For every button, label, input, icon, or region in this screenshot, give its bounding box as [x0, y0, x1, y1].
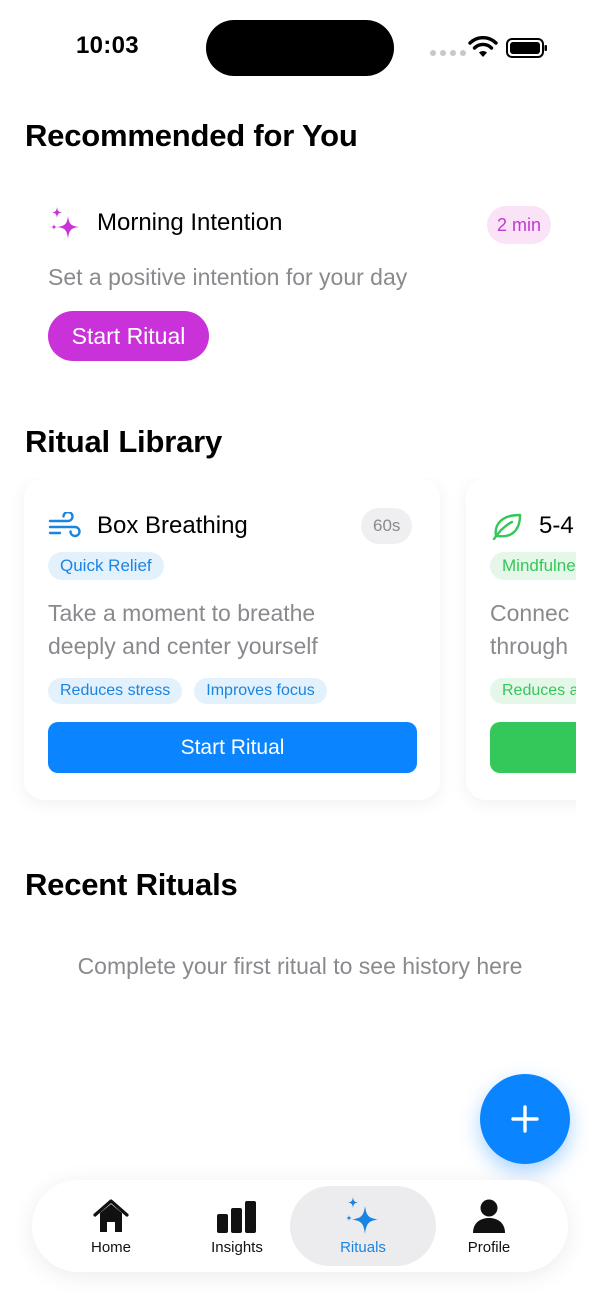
- ritual-card-title: Box Breathing: [97, 512, 248, 539]
- person-icon: [473, 1199, 505, 1233]
- wind-icon: [48, 512, 81, 538]
- tab-label: Rituals: [340, 1239, 386, 1256]
- tab-profile[interactable]: Profile: [426, 1186, 552, 1266]
- bar-chart-icon: [217, 1201, 256, 1233]
- library-heading: Ritual Library: [25, 424, 223, 459]
- house-icon: [93, 1199, 129, 1232]
- start-ritual-button[interactable]: [490, 722, 576, 773]
- category-badge: Quick Relief: [48, 552, 164, 580]
- add-button[interactable]: [480, 1074, 570, 1164]
- description-line: deeply and center yourself: [48, 633, 318, 659]
- start-ritual-button[interactable]: Start Ritual: [48, 311, 209, 361]
- category-badge: Mindfulne: [490, 552, 576, 580]
- ritual-library-carousel[interactable]: Box Breathing 60s Quick Relief Take a mo…: [0, 478, 576, 818]
- tab-rituals[interactable]: Rituals: [290, 1186, 436, 1266]
- ritual-card-box-breathing[interactable]: Box Breathing 60s Quick Relief Take a mo…: [24, 478, 440, 800]
- recent-heading: Recent Rituals: [25, 867, 238, 902]
- ritual-card-title: 5-4: [539, 512, 574, 539]
- benefit-tags: Reduces a: [490, 678, 576, 704]
- tab-bar: Home Insights Rituals Profile: [32, 1180, 568, 1272]
- duration-badge: 60s: [361, 508, 413, 544]
- recommended-card[interactable]: Morning Intention 2 min Set a positive i…: [24, 180, 576, 380]
- recommended-card-description: Set a positive intention for your day: [48, 264, 408, 290]
- recommended-heading: Recommended for You: [25, 118, 358, 153]
- ritual-card-description: Connec through: [490, 597, 576, 663]
- tab-label: Home: [90, 1239, 131, 1256]
- duration-badge: 2 min: [487, 206, 552, 244]
- dynamic-island: [206, 20, 394, 76]
- benefit-tag: Reduces stress: [48, 678, 183, 704]
- recommended-card-title: Morning Intention: [97, 209, 283, 236]
- start-ritual-button[interactable]: Start Ritual: [48, 722, 417, 773]
- benefit-tag: Improves focus: [194, 678, 327, 704]
- benefit-tag: Reduces a: [490, 678, 576, 704]
- description-line: through: [490, 633, 569, 659]
- tab-label: Insights: [211, 1239, 263, 1256]
- wifi-icon: [468, 36, 498, 57]
- leaf-icon: [492, 513, 522, 540]
- status-time: 10:03: [76, 32, 139, 59]
- tab-home[interactable]: Home: [48, 1186, 174, 1266]
- benefit-tags: Reduces stress Improves focus: [48, 678, 327, 704]
- battery-icon: [506, 38, 547, 58]
- description-line: Take a moment to breathe: [48, 600, 316, 626]
- ritual-card-grounding[interactable]: 5-4 Mindfulne Connec through Reduces a: [466, 478, 576, 800]
- description-line: Connec: [490, 600, 570, 626]
- empty-state-message: Complete your first ritual to see histor…: [77, 953, 523, 979]
- sparkles-icon: [346, 1197, 378, 1234]
- cellular-signal-icon: [430, 50, 466, 56]
- sparkles-icon: [51, 207, 79, 239]
- plus-icon: [511, 1105, 539, 1133]
- tab-label: Profile: [467, 1239, 511, 1256]
- status-bar: 10:03: [0, 0, 600, 96]
- ritual-card-description: Take a moment to breathe deeply and cent…: [48, 597, 388, 663]
- tab-insights[interactable]: Insights: [174, 1186, 300, 1266]
